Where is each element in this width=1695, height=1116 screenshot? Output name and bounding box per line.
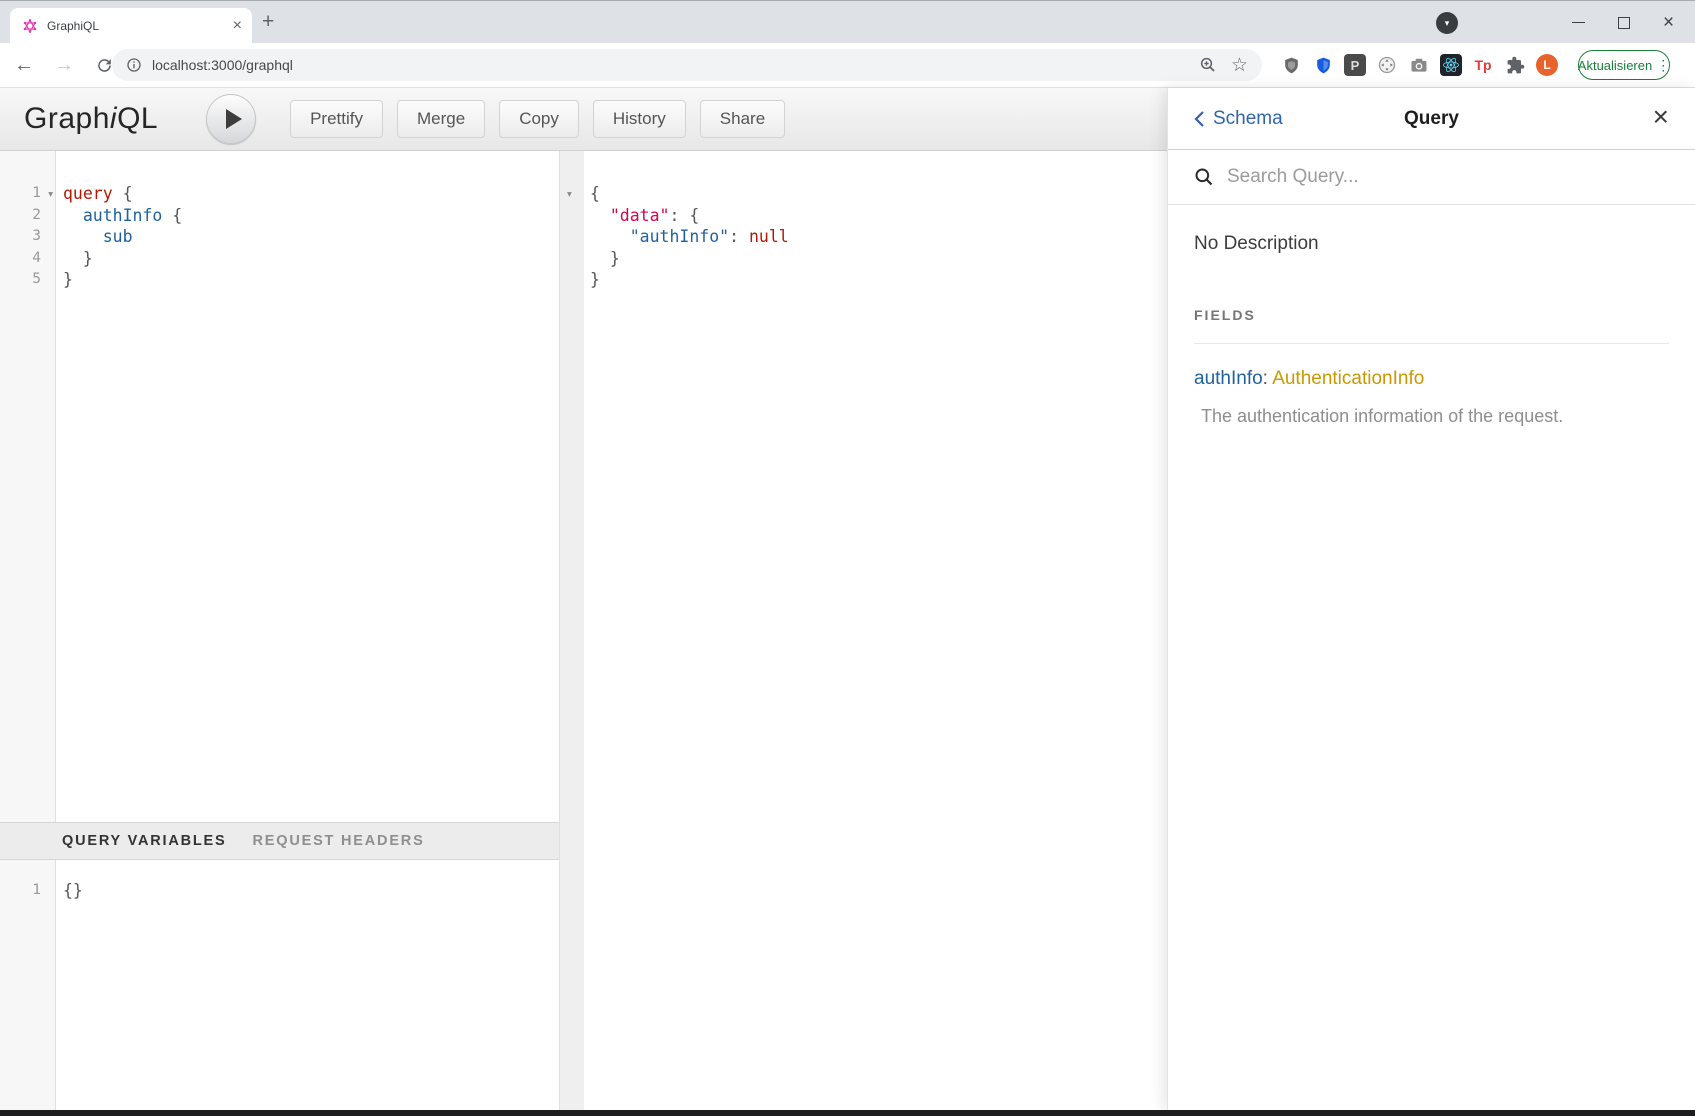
p-extension-icon[interactable]: P [1344, 54, 1366, 76]
react-devtools-extension-icon[interactable] [1440, 54, 1462, 76]
doc-field-name-link[interactable]: authInfo [1194, 368, 1263, 389]
bookmark-star-icon[interactable] [1231, 54, 1248, 77]
zoom-page-icon[interactable] [1199, 56, 1217, 74]
query-editor-code[interactable]: query { authInfo { sub }} [56, 151, 559, 822]
doc-field-separator: : [1263, 368, 1268, 389]
browser-window: GraphiQL ← → localhost:3000/graphql [0, 0, 1695, 1116]
crosshair-extension-icon[interactable] [1376, 54, 1398, 76]
doc-field-authinfo: authInfo: AuthenticationInfo [1194, 368, 1669, 390]
url-text[interactable]: localhost:3000/graphql [152, 57, 1199, 73]
result-viewer-code: { "data": { "authInfo": null }} [584, 151, 1167, 1110]
taskbar-edge [0, 1110, 1695, 1116]
variables-editor-code[interactable]: {} [56, 860, 559, 1110]
maximize-button[interactable] [1601, 1, 1646, 44]
minimize-button[interactable] [1556, 1, 1601, 44]
query-editor-gutter: 12345 [0, 151, 56, 822]
doc-search-input[interactable] [1227, 166, 1669, 188]
graphiql-logo: GraphiQL [24, 102, 158, 136]
profile-avatar[interactable]: L [1536, 54, 1558, 76]
address-bar[interactable]: localhost:3000/graphql [112, 49, 1262, 81]
aktualisieren-label: Aktualisieren [1578, 58, 1652, 73]
window-controls [1556, 1, 1691, 44]
doc-fields-header: FIELDS [1194, 307, 1669, 344]
doc-field-type-link[interactable]: AuthenticationInfo [1272, 368, 1424, 389]
graphql-favicon-icon [22, 18, 38, 34]
doc-explorer-header: Schema Query [1168, 88, 1695, 150]
camera-extension-icon[interactable] [1408, 54, 1430, 76]
minimize-icon [1572, 22, 1585, 23]
history-button[interactable]: History [593, 100, 686, 138]
tab-close-icon[interactable] [233, 18, 242, 34]
doc-close-icon[interactable] [1653, 102, 1669, 132]
bitwarden-extension-icon[interactable] [1312, 54, 1334, 76]
tab-title: GraphiQL [47, 19, 233, 33]
doc-explorer-panel: Schema Query No Description FIELDS authI… [1167, 88, 1695, 1110]
browser-tab-graphiql[interactable]: GraphiQL [10, 8, 252, 44]
back-icon[interactable]: ← [12, 54, 36, 77]
aktualisieren-button[interactable]: Aktualisieren [1578, 50, 1670, 80]
close-button[interactable] [1646, 1, 1691, 44]
result-pane: { "data": { "authInfo": null }} [560, 151, 1167, 1110]
forward-icon: → [52, 54, 76, 77]
merge-button[interactable]: Merge [397, 100, 485, 138]
execute-query-button[interactable] [206, 94, 256, 144]
browser-update-icon[interactable] [1436, 12, 1458, 34]
tab-query-variables[interactable]: QUERY VARIABLES [62, 833, 227, 849]
graphiql-topbar: GraphiQL Prettify Merge Copy History Sha… [0, 88, 1167, 151]
variables-section-bar: QUERY VARIABLES REQUEST HEADERS [0, 822, 559, 860]
doc-title: Query [1168, 108, 1695, 130]
prettify-button[interactable]: Prettify [290, 100, 383, 138]
ublock-extension-icon[interactable] [1280, 54, 1302, 76]
doc-field-description: The authentication information of the re… [1201, 406, 1669, 427]
variables-editor-gutter: 1 [0, 860, 56, 1110]
extensions-puzzle-icon[interactable] [1504, 54, 1526, 76]
copy-button[interactable]: Copy [499, 100, 579, 138]
query-editor[interactable]: 12345 query { authInfo { sub }} [0, 151, 559, 822]
doc-search-bar[interactable] [1168, 150, 1695, 205]
extensions-row: P Tp L [1280, 43, 1558, 87]
query-pane: 12345 query { authInfo { sub }} QUERY VA… [0, 151, 560, 1110]
search-icon [1194, 167, 1214, 187]
play-icon [226, 109, 242, 129]
page-info-icon[interactable] [126, 57, 142, 73]
tampermonkey-extension-icon[interactable]: Tp [1472, 54, 1494, 76]
share-button[interactable]: Share [700, 100, 785, 138]
tab-request-headers[interactable]: REQUEST HEADERS [253, 833, 425, 849]
maximize-icon [1618, 17, 1630, 29]
browser-toolbar: ← → localhost:3000/graphql P [0, 43, 1695, 88]
tab-strip: GraphiQL [0, 0, 1695, 43]
doc-no-description: No Description [1194, 233, 1669, 255]
close-icon [1663, 13, 1674, 32]
variables-editor[interactable]: 1 {} [0, 860, 559, 1110]
result-fold-gutter [560, 151, 584, 1110]
new-tab-button[interactable] [262, 10, 274, 34]
kebab-menu-icon[interactable] [1656, 57, 1670, 74]
